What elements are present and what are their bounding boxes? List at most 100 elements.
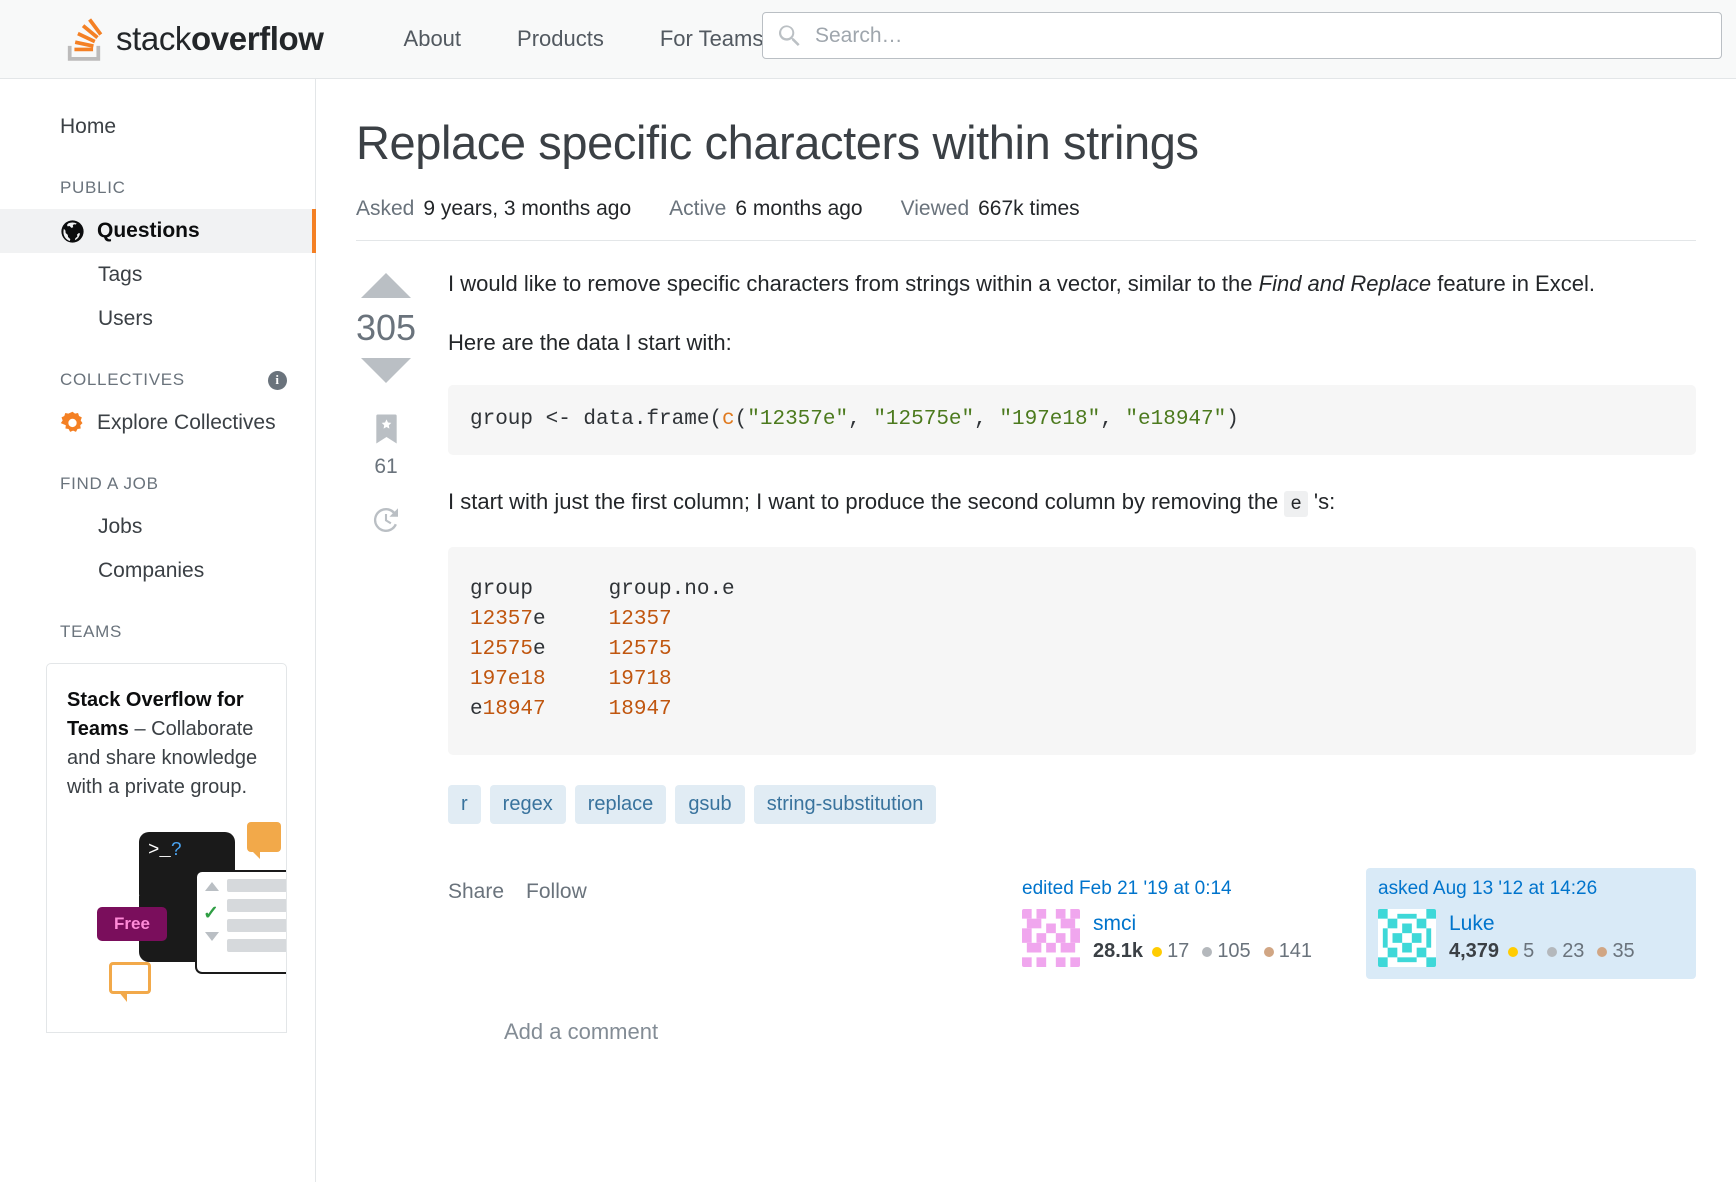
table-r3-c2: 19718 [609,668,672,691]
promo-terminal-prompt: >_ [148,839,171,861]
sidebar-heading-teams-label: TEAMS [60,622,122,642]
promo-terminal-question: ? [171,839,182,861]
sidebar-item-questions[interactable]: Questions [0,209,315,253]
sidebar-item-tags[interactable]: Tags [0,253,315,297]
bronze-badge-group: 35 [1597,940,1634,963]
para3-part-b: 's: [1308,489,1335,514]
teams-promo-card[interactable]: Stack Overflow for Teams – Collaborate a… [46,663,287,1033]
table-r1-c1-e: e [533,608,546,631]
editor-username[interactable]: smci [1093,911,1325,937]
silver-badge-group: 23 [1547,940,1584,963]
vote-column: 305 61 [348,267,424,1045]
teams-promo-dash: – [129,718,151,740]
bookmark-star-icon[interactable] [373,413,400,450]
table-header-col1: group [470,578,533,601]
stackoverflow-logo-link[interactable]: stackoverflow [64,0,324,78]
add-comment-link[interactable]: Add a comment [448,979,1696,1045]
table-r4-c1-e: e [470,698,483,721]
table-r2-c1-e: e [533,638,546,661]
nav-about[interactable]: About [376,0,490,78]
bronze-badge-count: 35 [1612,940,1634,963]
promo-list-row [227,899,287,912]
info-icon[interactable]: i [268,371,287,390]
silver-badge-group: 105 [1202,940,1250,963]
stat-asked-label: Asked [356,197,414,221]
code-block-input: group <- data.frame(c("12357e", "12575e"… [448,385,1696,455]
asker-user-row: Luke 4,379 5 23 35 [1378,909,1684,967]
search-input[interactable] [815,13,1721,58]
table-r3-c1: 197e18 [470,668,546,691]
teams-promo-illustration: >_? Free ✓ [67,822,266,1022]
search-box[interactable] [762,12,1722,59]
upvote-arrow-icon[interactable] [361,273,411,298]
logo-text-bold: overflow [191,20,324,57]
sidebar-heading-find-a-job: FIND A JOB [0,471,315,497]
code-block-table: group group.no.e 12357e 12357 12575e 125… [448,547,1696,755]
gold-badge-group: 17 [1152,940,1189,963]
sidebar-item-explore-collectives[interactable]: Explore Collectives [0,401,315,445]
revision-history-icon[interactable] [371,505,401,540]
bookmark-count: 61 [374,455,397,479]
table-r4-c1-num: 18947 [483,698,546,721]
asker-username[interactable]: Luke [1449,911,1648,937]
editor-reputation-row: 28.1k 17 105 141 [1093,940,1325,963]
code-sep: , [1100,408,1125,431]
promo-list-card-icon: ✓ [195,870,287,974]
avatar[interactable] [1378,909,1436,967]
nav-products[interactable]: Products [489,0,632,78]
sidebar-item-home[interactable]: Home [0,105,315,149]
promo-check-icon: ✓ [203,902,219,925]
top-navigation-bar: stackoverflow About Products For Teams [0,0,1736,79]
tag-replace[interactable]: replace [575,785,667,824]
share-button[interactable]: Share [448,880,504,904]
page-title[interactable]: Replace specific characters within strin… [356,115,1696,171]
bronze-badge-icon [1597,947,1607,957]
stat-asked-value: 9 years, 3 months ago [423,197,631,221]
teams-promo-text: Stack Overflow for Teams – Collaborate a… [67,686,266,802]
gold-badge-count: 5 [1523,940,1534,963]
avatar[interactable] [1022,909,1080,967]
downvote-arrow-icon[interactable] [361,358,411,383]
table-r2-c2: 12575 [609,638,672,661]
bronze-badge-group: 141 [1264,940,1312,963]
tag-r[interactable]: r [448,785,481,824]
post-footer: Share Follow edited Feb 21 '19 at 0:14 [448,868,1696,979]
edited-timestamp[interactable]: edited Feb 21 '19 at 0:14 [1022,878,1328,900]
para3-part-a: I start with just the first column; I wa… [448,489,1284,514]
stat-active-label: Active [669,197,726,221]
code-prefix: group <- data.frame( [470,408,722,431]
silver-badge-count: 23 [1562,940,1584,963]
editor-user-row: smci 28.1k 17 105 141 [1022,909,1328,967]
para1-part-a: I would like to remove specific characte… [448,271,1259,296]
tag-gsub[interactable]: gsub [675,785,744,824]
table-r4-c2: 18947 [609,698,672,721]
question-paragraph-3: I start with just the first column; I wa… [448,485,1696,521]
code-string-3: "197e18" [999,408,1100,431]
code-string-4: "e18947" [1125,408,1226,431]
globe-icon [60,219,85,244]
left-sidebar: Home PUBLIC Questions Tags Users COLLECT… [0,79,316,1182]
code-function-c: c [722,408,735,431]
question-body-wrapper: 305 61 I would like to remove specific c… [316,241,1736,1045]
bronze-badge-count: 141 [1279,940,1312,963]
silver-badge-icon [1547,947,1557,957]
sidebar-item-explore-collectives-label: Explore Collectives [97,411,276,435]
editor-reputation: 28.1k [1093,940,1143,963]
promo-list-row [227,879,287,892]
sidebar-item-jobs[interactable]: Jobs [0,505,315,549]
editor-user-card: edited Feb 21 '19 at 0:14 [1010,868,1340,979]
tag-string-substitution[interactable]: string-substitution [754,785,937,824]
top-nav-links: About Products For Teams [376,0,792,78]
stat-active-value: 6 months ago [735,197,862,221]
code-sep: , [848,408,873,431]
sidebar-item-companies[interactable]: Companies [0,549,315,593]
sidebar-item-users[interactable]: Users [0,297,315,341]
sidebar-heading-collectives-label: COLLECTIVES [60,370,185,390]
stat-viewed-label: Viewed [901,197,970,221]
table-r1-c1-num: 12357 [470,608,533,631]
gold-badge-icon [1152,947,1162,957]
follow-button[interactable]: Follow [526,880,587,904]
promo-free-badge: Free [97,907,167,941]
code-close-paren: ) [1226,408,1239,431]
tag-regex[interactable]: regex [490,785,566,824]
